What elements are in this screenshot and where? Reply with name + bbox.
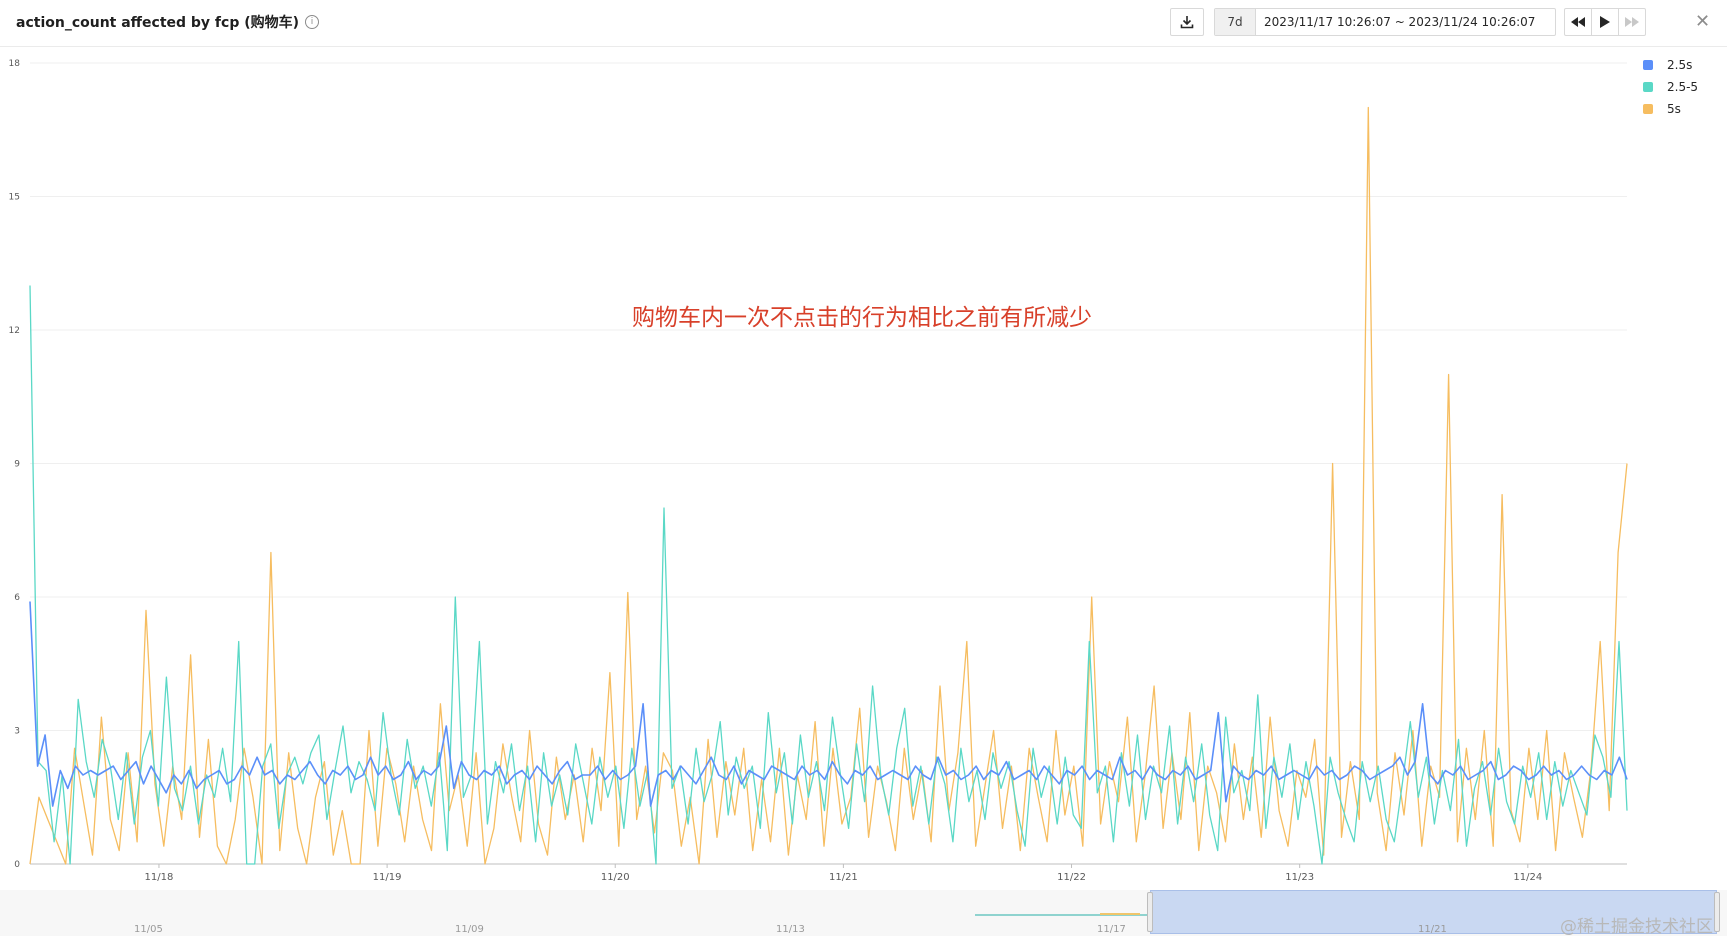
x-tick-label: 11/21 <box>829 872 858 883</box>
download-icon <box>1180 16 1194 29</box>
brush-tick: 11/13 <box>776 924 805 935</box>
rewind-button[interactable] <box>1565 9 1592 35</box>
close-icon[interactable]: ✕ <box>1695 12 1710 32</box>
y-tick-label: 6 <box>14 593 20 603</box>
brush-tick: 11/09 <box>455 924 484 935</box>
range-brush[interactable]: 11/05 11/09 11/13 11/17 11/21 <box>0 890 1727 936</box>
x-tick-label: 11/24 <box>1513 872 1542 883</box>
legend-swatch <box>1643 104 1653 114</box>
watermark: @稀土掘金技术社区 <box>1560 917 1713 937</box>
x-tick-label: 11/20 <box>601 872 630 883</box>
legend[interactable]: 2.5s 2.5-5 5s <box>1643 58 1698 116</box>
play-button[interactable] <box>1592 9 1619 35</box>
line-chart: 0 3 6 9 12 15 18 11/18 11/19 11/20 11/21 11/22 11/23… <box>9 58 1699 883</box>
x-tick-label: 11/19 <box>373 872 402 883</box>
y-tick-label: 18 <box>9 59 21 69</box>
play-icon <box>1600 16 1610 28</box>
brush-tick: 11/17 <box>1097 924 1126 935</box>
range-text[interactable]: 2023/11/17 10:26:07 ~ 2023/11/24 10:26:0… <box>1256 9 1535 35</box>
x-tick-label: 11/22 <box>1057 872 1086 883</box>
range-preset[interactable]: 7d <box>1215 9 1256 35</box>
info-icon[interactable]: i <box>305 15 320 29</box>
series-layer <box>29 106 1628 865</box>
y-tick-label: 12 <box>9 326 20 336</box>
legend-label: 5s <box>1667 102 1681 116</box>
series-line-5s <box>29 106 1628 865</box>
brush-tick: 11/05 <box>134 924 163 935</box>
download-button[interactable] <box>1170 8 1204 36</box>
series-line-2.5s <box>29 601 1628 807</box>
legend-swatch <box>1643 82 1653 92</box>
brush-handle-left[interactable] <box>1147 892 1153 932</box>
y-tick-label: 3 <box>14 727 20 737</box>
chart-title-wrap: action_count affected by fcp (购物车) i <box>16 12 320 32</box>
brush-preview-line-2 <box>1100 913 1140 915</box>
y-tick-label: 0 <box>14 860 20 870</box>
legend-swatch <box>1643 60 1653 70</box>
chart-title: action_count affected by fcp (购物车) <box>16 15 300 31</box>
legend-label: 2.5-5 <box>1667 80 1698 94</box>
chart-annotation: 购物车内一次不点击的行为相比之前有所减少 <box>632 305 1092 331</box>
legend-label: 2.5s <box>1667 58 1692 72</box>
fast-forward-button[interactable] <box>1619 9 1645 35</box>
y-tick-label: 9 <box>14 460 20 470</box>
brush-handle-right[interactable] <box>1714 892 1720 932</box>
y-tick-label: 15 <box>9 193 20 203</box>
x-tick-label: 11/23 <box>1285 872 1314 883</box>
series-line-2.5-5 <box>29 285 1628 865</box>
time-nav-group <box>1564 8 1646 36</box>
chart-header: action_count affected by fcp (购物车) i 7d … <box>0 0 1727 47</box>
brush-tick: 11/21 <box>1418 924 1447 935</box>
time-range-picker[interactable]: 7d 2023/11/17 10:26:07 ~ 2023/11/24 10:2… <box>1214 8 1556 36</box>
rewind-icon <box>1571 17 1585 27</box>
x-tick-label: 11/18 <box>145 872 174 883</box>
grid-layer <box>30 62 1627 865</box>
fast-forward-icon <box>1625 17 1639 27</box>
